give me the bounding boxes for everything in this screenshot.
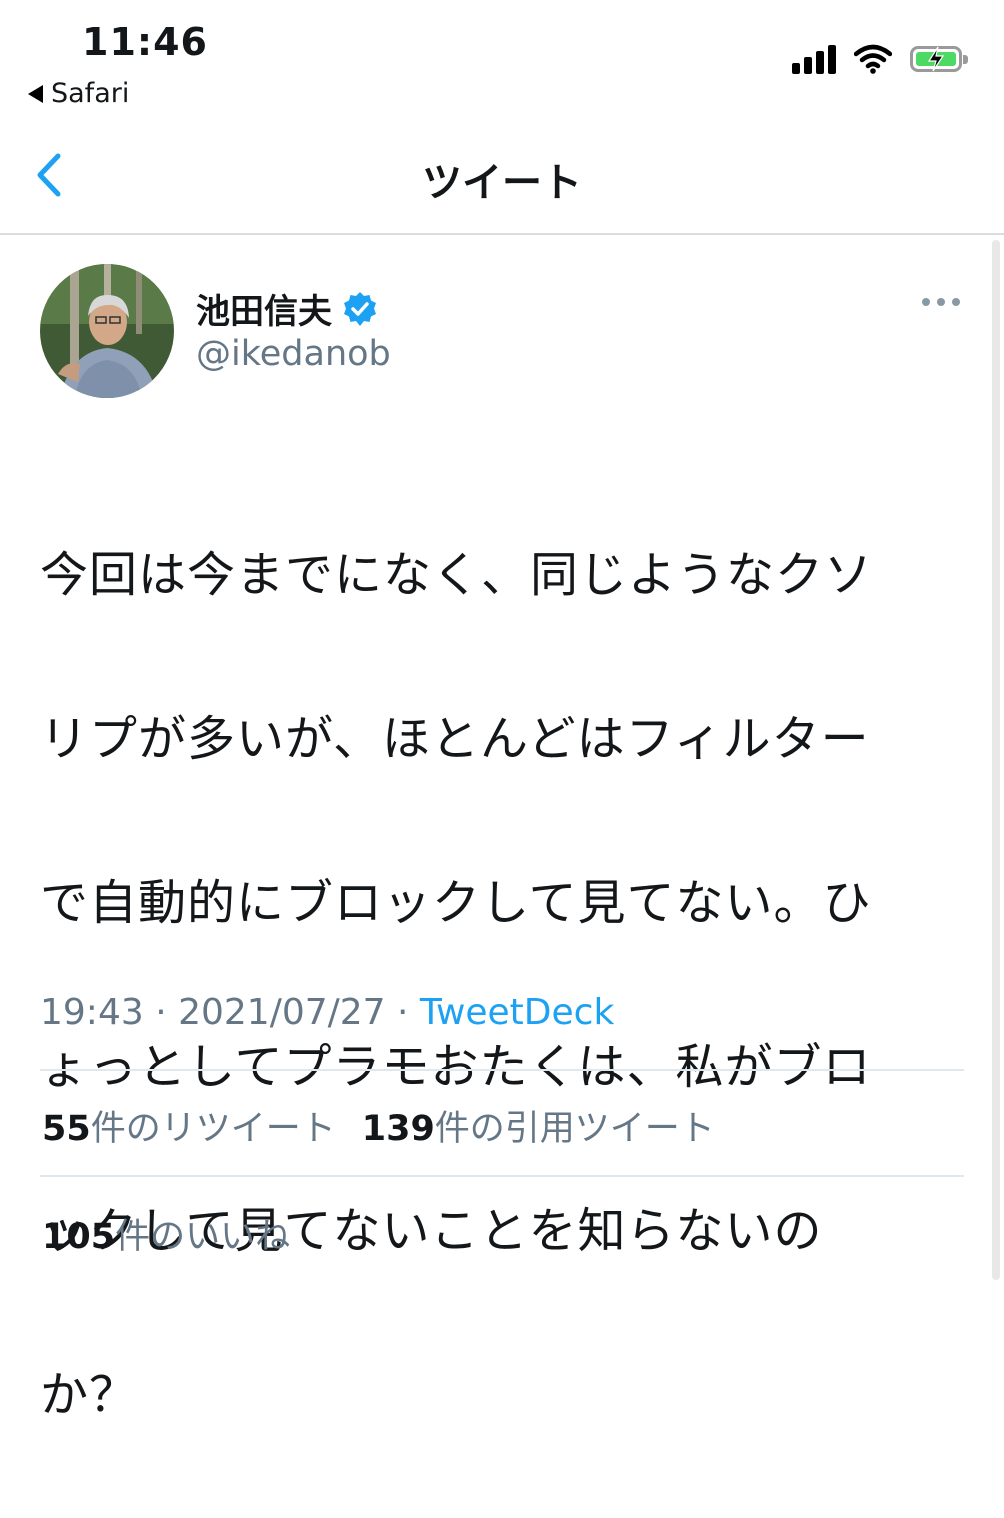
back-to-app[interactable]: Safari xyxy=(28,78,129,109)
tweet-source-link[interactable]: TweetDeck xyxy=(420,992,614,1033)
cellular-signal-icon xyxy=(792,44,836,74)
author-name[interactable]: 池田信夫 xyxy=(196,284,378,333)
likes-label: 件のいいね xyxy=(115,1217,291,1257)
page-title: ツイート xyxy=(422,160,582,206)
back-app-label: Safari xyxy=(51,78,130,109)
verified-badge-icon xyxy=(344,291,376,326)
likes-stats: 105件のいいね xyxy=(42,1208,290,1259)
quotes-label: 件の引用ツイート xyxy=(434,1109,715,1149)
author-handle[interactable]: @ikedanob xyxy=(196,334,391,374)
more-options-icon[interactable] xyxy=(922,298,960,306)
quotes-count: 139 xyxy=(361,1109,435,1149)
tweet-text-line: ょっとしてプラモおたくは、私がブロ xyxy=(40,1039,872,1095)
nav-bar: ツイート xyxy=(0,118,1004,235)
retweets-count: 55 xyxy=(42,1109,91,1149)
quotes-stat[interactable]: 139件の引用ツイート xyxy=(362,1100,715,1151)
tweet-timestamp[interactable]: 19:43 · 2021/07/27 · xyxy=(40,992,420,1033)
scrollbar[interactable] xyxy=(992,240,1000,1280)
battery-charging-icon xyxy=(910,46,968,72)
tweet-text-line: リプが多いが、ほとんどはフィルター xyxy=(40,711,870,767)
tweet-meta: 19:43 · 2021/07/27 · TweetDeck xyxy=(40,992,614,1033)
retweet-quote-stats: 55件のリツイート 139件の引用ツイート xyxy=(42,1100,715,1151)
status-time: 11:46 xyxy=(82,20,208,64)
avatar[interactable] xyxy=(40,264,174,398)
wifi-icon xyxy=(854,44,892,74)
divider xyxy=(40,1069,964,1071)
status-icons xyxy=(792,44,968,74)
tweet-text: 今回は今までになく、同じようなクソ リプが多いが、ほとんどはフィルター で自動的… xyxy=(40,452,960,1518)
likes-count: 105 xyxy=(42,1217,116,1257)
author-name-label: 池田信夫 xyxy=(196,292,332,332)
back-triangle-icon xyxy=(28,84,43,103)
likes-stat[interactable]: 105件のいいね xyxy=(42,1208,290,1259)
tweet-text-line: で自動的にブロックして見てない。ひ xyxy=(40,875,872,931)
tweet-text-line: 今回は今までになく、同じようなクソ xyxy=(40,547,874,603)
retweets-stat[interactable]: 55件のリツイート xyxy=(42,1100,336,1151)
tweet-text-line: か？ xyxy=(40,1367,139,1423)
divider xyxy=(40,1175,964,1177)
retweets-label: 件のリツイート xyxy=(90,1109,336,1149)
